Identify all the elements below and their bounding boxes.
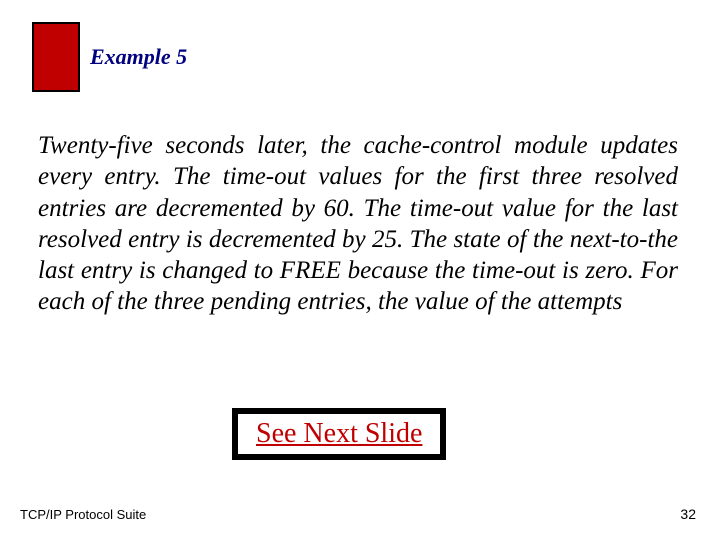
body-paragraph: Twenty-five seconds later, the cache-con… <box>38 130 678 318</box>
page-number: 32 <box>680 506 696 522</box>
next-slide-label: See Next Slide <box>256 418 422 449</box>
footer-title: TCP/IP Protocol Suite <box>20 507 146 522</box>
accent-box <box>32 22 80 92</box>
next-slide-button[interactable]: See Next Slide <box>232 408 446 460</box>
example-title: Example 5 <box>90 44 187 70</box>
